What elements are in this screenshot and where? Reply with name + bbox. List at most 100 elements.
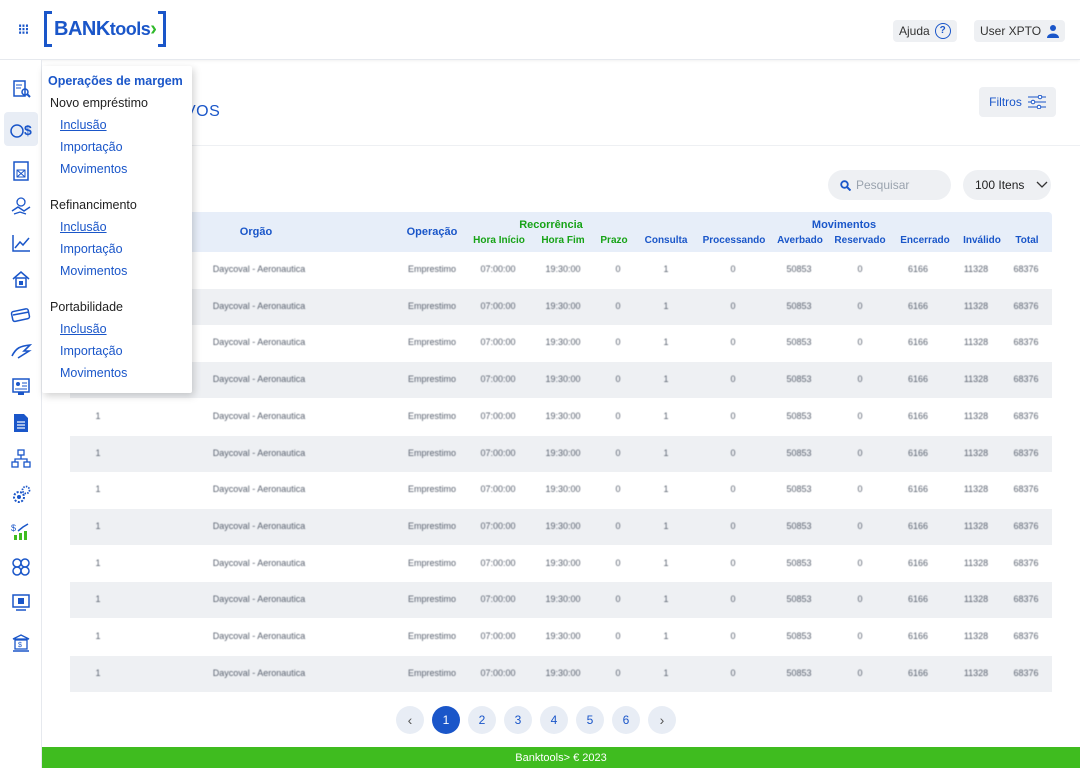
cell-orgao: Daycoval - Aeronautica xyxy=(212,594,306,605)
col-hora-inicio[interactable]: Hora Início xyxy=(473,235,525,246)
cell-orgao: Daycoval - Aeronautica xyxy=(212,300,306,311)
handshake-icon[interactable] xyxy=(8,194,34,220)
cell-id: 1 xyxy=(95,520,101,531)
table-row[interactable]: 1 Daycoval - Aeronautica Emprestimo 07:00:0… xyxy=(70,582,1052,619)
menu-item-port-movimentos[interactable]: Movimentos xyxy=(48,366,192,388)
cell-hora-inicio: 07:00:00 xyxy=(480,520,516,531)
search-input[interactable]: Pesquisar xyxy=(828,170,951,200)
card-icon[interactable] xyxy=(8,302,34,328)
table-row[interactable]: 1 Daycoval - Aeronautica Emprestimo 07:00:0… xyxy=(70,288,1052,325)
apps-grid-icon[interactable]: ⁝⁝⁝ xyxy=(12,18,34,40)
col-operacao[interactable]: Operação xyxy=(407,226,458,238)
spreadsheet-icon[interactable] xyxy=(8,158,34,184)
left-sidebar: $ $ $ xyxy=(0,60,42,768)
page-button-5[interactable]: 5 xyxy=(576,706,604,734)
col-invalido[interactable]: Inválido xyxy=(963,235,1001,246)
table-row[interactable]: 1 Daycoval - Aeronautica Emprestimo 07:00:0… xyxy=(70,399,1052,435)
filters-button[interactable]: Filtros xyxy=(979,87,1056,117)
menu-item-refin-importacao[interactable]: Importação xyxy=(48,242,192,264)
contacts-icon[interactable] xyxy=(8,374,34,400)
cell-encerrado: 6166 xyxy=(907,300,929,311)
menu-item-refin-inclusao[interactable]: Inclusão xyxy=(48,220,192,242)
gears-icon[interactable] xyxy=(8,482,34,508)
menu-item-novo-inclusao[interactable]: Inclusão xyxy=(48,118,192,140)
table-row[interactable]: 1 Daycoval - Aeronautica Emprestimo 07:00:0… xyxy=(70,546,1052,582)
org-chart-icon[interactable] xyxy=(8,446,34,472)
chart-icon[interactable] xyxy=(8,230,34,256)
table-row[interactable]: 1 Daycoval - Aeronautica Emprestimo 07:00:0… xyxy=(70,252,1052,288)
help-button[interactable]: Ajuda ? xyxy=(893,20,957,42)
items-per-page-select[interactable]: 100 Itens xyxy=(963,170,1051,200)
col-prazo[interactable]: Prazo xyxy=(600,235,627,246)
cell-orgao: Daycoval - Aeronautica xyxy=(212,484,306,495)
col-averbado[interactable]: Averbado xyxy=(777,235,823,246)
table-row[interactable]: 1 Daycoval - Aeronautica Emprestimo 07:00:0… xyxy=(70,508,1052,545)
next-page-button[interactable]: › xyxy=(648,706,676,734)
margin-operations-menu: Operações de margem Novo empréstimo Incl… xyxy=(42,66,192,393)
page-button-6[interactable]: 6 xyxy=(612,706,640,734)
cell-operacao: Emprestimo xyxy=(407,557,457,568)
cell-prazo: 0 xyxy=(615,631,621,641)
cell-reservado: 0 xyxy=(857,484,863,495)
page-button-2[interactable]: 2 xyxy=(468,706,496,734)
chevron-down-icon xyxy=(1036,181,1048,188)
table-row[interactable]: 1 Daycoval - Aeronautica Emprestimo 07:00:0… xyxy=(70,362,1052,399)
cell-encerrado: 6166 xyxy=(907,520,929,531)
home-icon[interactable] xyxy=(8,266,34,292)
logo-bracket-right xyxy=(158,11,167,47)
table-row[interactable]: 1 Daycoval - Aeronautica Emprestimo 07:00:0… xyxy=(70,435,1052,472)
user-menu-button[interactable]: User XPTO xyxy=(974,20,1066,42)
col-reservado[interactable]: Reservado xyxy=(834,235,885,246)
document-list-icon[interactable] xyxy=(8,410,34,436)
growth-icon[interactable]: $ xyxy=(8,518,34,544)
menu-group-novo-emprestimo: Novo empréstimo xyxy=(50,96,148,110)
col-total[interactable]: Total xyxy=(1015,235,1038,246)
col-processando[interactable]: Processando xyxy=(703,235,766,246)
menu-item-refin-movimentos[interactable]: Movimentos xyxy=(48,264,192,286)
monitor-icon[interactable] xyxy=(8,590,34,616)
search-doc-icon[interactable] xyxy=(8,76,34,102)
banktools-logo[interactable]: BANKtools› xyxy=(44,10,167,48)
table-row[interactable]: 1 Daycoval - Aeronautica Emprestimo 07:00:0… xyxy=(70,619,1052,655)
col-hora-fim[interactable]: Hora Fim xyxy=(541,235,584,246)
settings-group-icon[interactable] xyxy=(8,554,34,580)
bank-icon[interactable]: $ xyxy=(8,630,34,656)
menu-item-port-inclusao[interactable]: Inclusão xyxy=(48,322,192,344)
cell-operacao: Emprestimo xyxy=(407,594,457,605)
page-button-4[interactable]: 4 xyxy=(540,706,568,734)
cell-prazo: 0 xyxy=(615,667,621,678)
col-orgao[interactable]: Orgão xyxy=(240,226,272,238)
cell-orgao: Daycoval - Aeronautica xyxy=(212,557,306,568)
col-encerrado[interactable]: Encerrado xyxy=(900,235,949,246)
table-row[interactable]: 1 Daycoval - Aeronautica Emprestimo 07:00:0… xyxy=(70,325,1052,361)
menu-item-port-importacao[interactable]: Importação xyxy=(48,344,192,366)
search-icon xyxy=(840,179,851,191)
table-row[interactable]: 1 Daycoval - Aeronautica Emprestimo 07:00:0… xyxy=(70,655,1052,692)
cell-averbado: 50853 xyxy=(786,520,812,531)
cell-id: 1 xyxy=(95,410,101,421)
col-consulta[interactable]: Consulta xyxy=(645,235,688,246)
cell-hora-fim: 19:30:00 xyxy=(545,594,581,605)
signature-icon[interactable] xyxy=(8,338,34,364)
cell-processando: 0 xyxy=(730,667,736,678)
cell-hora-fim: 19:30:00 xyxy=(545,300,581,311)
cell-processando: 0 xyxy=(730,264,736,274)
cell-hora-inicio: 07:00:00 xyxy=(480,484,516,495)
user-icon xyxy=(1047,25,1060,38)
menu-header: Operações de margem xyxy=(48,74,183,88)
cell-hora-inicio: 07:00:00 xyxy=(480,667,516,678)
cell-hora-inicio: 07:00:00 xyxy=(480,447,516,458)
menu-item-novo-movimentos[interactable]: Movimentos xyxy=(48,162,192,184)
prev-page-button[interactable]: ‹ xyxy=(396,706,424,734)
cell-processando: 0 xyxy=(730,631,736,641)
svg-text:$: $ xyxy=(18,642,22,649)
cell-encerrado: 6166 xyxy=(907,594,929,605)
cell-averbado: 50853 xyxy=(786,337,812,348)
menu-group-refinancimento: Refinancimento xyxy=(50,198,137,212)
cell-averbado: 50853 xyxy=(786,374,812,385)
page-button-1[interactable]: 1 xyxy=(432,706,460,734)
money-icon[interactable]: $ xyxy=(4,112,38,146)
menu-item-novo-importacao[interactable]: Importação xyxy=(48,140,192,162)
table-row[interactable]: 1 Daycoval - Aeronautica Emprestimo 07:00:0… xyxy=(70,472,1052,508)
page-button-3[interactable]: 3 xyxy=(504,706,532,734)
